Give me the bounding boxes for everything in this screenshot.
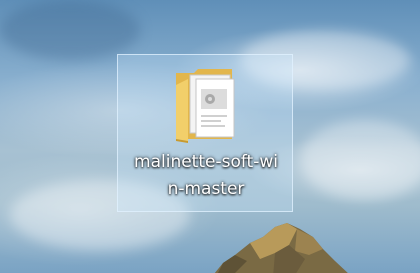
desktop-background[interactable]: malinette-soft-wi n-master (0, 0, 420, 273)
desktop-icon-folder[interactable]: malinette-soft-wi n-master (117, 54, 293, 212)
rock-formation (214, 223, 348, 273)
folder-name-line-2: n-master (167, 179, 245, 199)
folder-name-line-1: malinette-soft-wi (134, 152, 278, 172)
cloud-decoration (300, 120, 420, 200)
folder-icon (176, 69, 235, 143)
cloud-decoration (0, 0, 140, 60)
folder-name-label: malinette-soft-wi n-master (118, 149, 294, 203)
